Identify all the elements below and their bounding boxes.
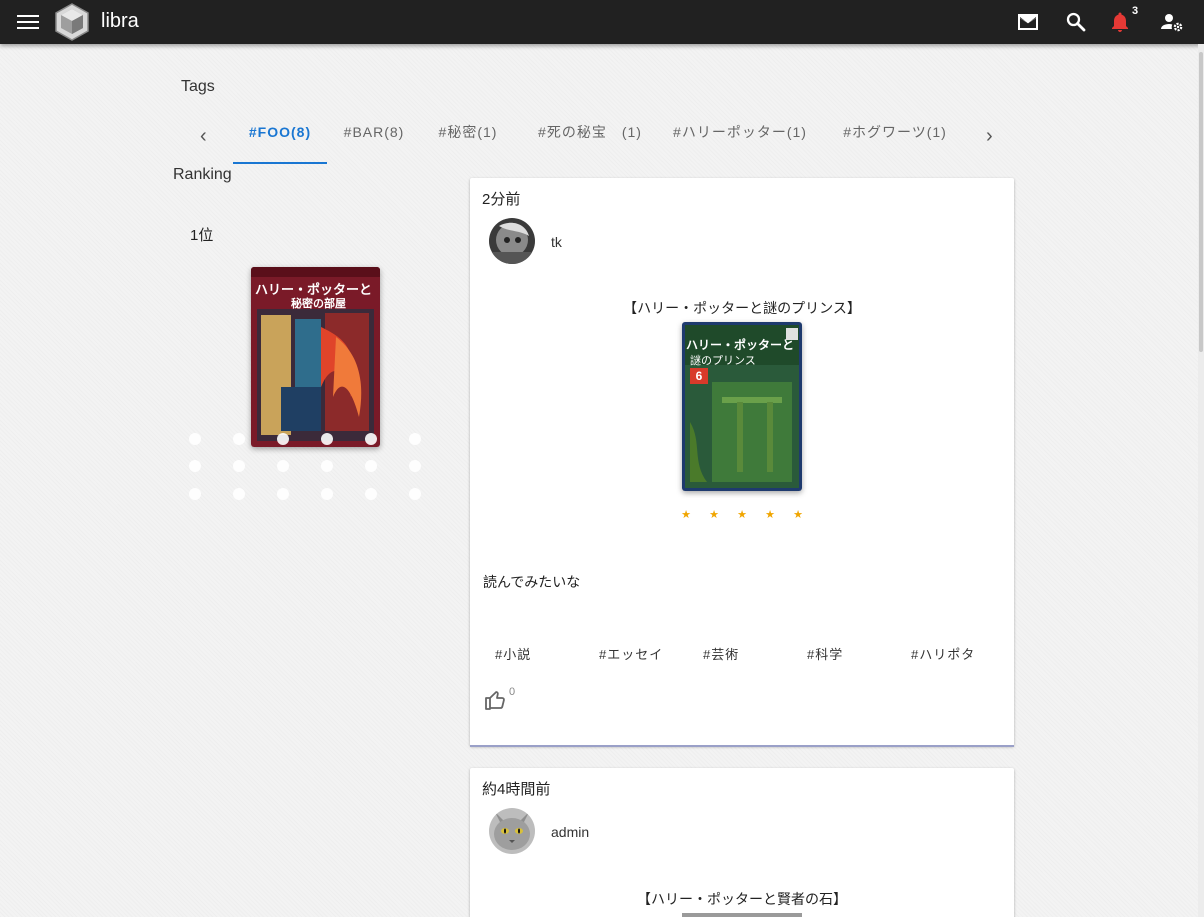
carousel-dot[interactable]: [189, 488, 201, 500]
user-settings-icon[interactable]: [1160, 10, 1184, 34]
post-cover-volume: 6: [690, 368, 708, 384]
post-time: 約4時間前: [482, 781, 551, 798]
ranking-book-cover[interactable]: ハリー・ポッターと 秘密の部屋: [251, 267, 380, 447]
carousel-dot[interactable]: [233, 460, 245, 472]
post-card: 2分前 tk 【ハリー・ポッターと謎のプリンス】 ハリー・ポッターと 謎のプリン…: [470, 178, 1014, 746]
search-icon[interactable]: [1064, 10, 1088, 34]
post-tag[interactable]: #エッセイ: [599, 644, 663, 663]
rating-stars: ★ ★ ★ ★ ★: [470, 508, 1014, 521]
tag-tabs: ‹ #FOO(8) #BAR(8) #秘密(1) #死の秘宝 (1) #ハリーポ…: [190, 108, 1010, 164]
carousel-dot[interactable]: [365, 460, 377, 472]
bell-icon[interactable]: [1108, 10, 1132, 34]
like-count: 0: [509, 686, 516, 698]
post-book-title[interactable]: 【ハリー・ポッターと賢者の石】: [470, 889, 1014, 909]
star-icon: ★: [709, 509, 719, 521]
page-scrollbar[interactable]: [1198, 44, 1204, 917]
tab-bar[interactable]: #BAR(8): [327, 108, 421, 164]
carousel-dot[interactable]: [189, 433, 201, 445]
post-review: 読んでみたいな: [483, 574, 581, 590]
rank-label: 1位: [190, 227, 214, 244]
tags-heading: Tags: [181, 78, 215, 95]
carousel-dot[interactable]: [409, 460, 421, 472]
post-book-title[interactable]: 【ハリー・ポッターと謎のプリンス】: [470, 298, 1014, 318]
avatar-image: [489, 218, 535, 264]
tabs-next-icon[interactable]: ›: [986, 126, 1002, 146]
mail-icon[interactable]: [1016, 10, 1040, 34]
card-divider: [470, 745, 1014, 747]
carousel-dot[interactable]: [233, 488, 245, 500]
avatar[interactable]: [489, 808, 535, 854]
carousel-dot[interactable]: [321, 488, 333, 500]
post-tag[interactable]: #小説: [495, 644, 531, 663]
star-icon: ★: [765, 509, 775, 521]
carousel-dot[interactable]: [321, 460, 333, 472]
post-book-cover[interactable]: ハリー・ポッターと 謎のプリンス 6: [682, 322, 802, 491]
post-username[interactable]: tk: [551, 234, 562, 250]
star-icon: ★: [793, 509, 803, 521]
tab-harrypotter[interactable]: #ハリーポッター(1): [665, 108, 815, 164]
app-logo[interactable]: [53, 3, 91, 41]
thumb-up-icon[interactable]: [484, 688, 508, 712]
ranking-cover-title-2: 秘密の部屋: [291, 297, 346, 310]
post-card: 約4時間前 admin 【ハリー・ポッターと賢者の石】: [470, 768, 1014, 917]
post-tag[interactable]: #ハリポタ: [911, 644, 975, 663]
tab-himitsu[interactable]: #秘密(1): [421, 108, 515, 164]
carousel-dot[interactable]: [365, 433, 377, 445]
carousel-dot[interactable]: [277, 460, 289, 472]
carousel-dot[interactable]: [277, 433, 289, 445]
carousel-dot[interactable]: [365, 488, 377, 500]
carousel-dot[interactable]: [409, 433, 421, 445]
ranking-heading: Ranking: [173, 166, 232, 183]
carousel-dot[interactable]: [189, 460, 201, 472]
notification-badge: 3: [1132, 5, 1139, 17]
tab-shinohiho[interactable]: #死の秘宝 (1): [515, 108, 665, 164]
scrollbar-thumb[interactable]: [1199, 52, 1203, 352]
post-tag[interactable]: #科学: [807, 644, 843, 663]
carousel-dot[interactable]: [321, 433, 333, 445]
carousel-dot[interactable]: [233, 433, 245, 445]
avatar-image: [489, 808, 535, 854]
tab-hogwarts[interactable]: #ホグワーツ(1): [830, 108, 960, 164]
post-cover-title-1: ハリー・ポッターと: [686, 338, 795, 352]
menu-icon[interactable]: [17, 12, 39, 32]
app-title[interactable]: libra: [101, 10, 139, 33]
post-cover-title-2: 謎のプリンス: [690, 354, 756, 367]
post-time: 2分前: [482, 191, 521, 208]
post-book-cover[interactable]: [682, 913, 802, 917]
carousel-dot[interactable]: [277, 488, 289, 500]
star-icon: ★: [681, 509, 691, 521]
tab-foo[interactable]: #FOO(8): [233, 108, 327, 164]
carousel-dot[interactable]: [409, 488, 421, 500]
avatar[interactable]: [489, 218, 535, 264]
carousel-dots: [186, 430, 426, 502]
post-tag[interactable]: #芸術: [703, 644, 739, 663]
post-username[interactable]: admin: [551, 824, 589, 840]
star-icon: ★: [737, 509, 747, 521]
top-app-bar: libra 3: [0, 0, 1204, 44]
tabs-prev-icon[interactable]: ‹: [200, 126, 216, 146]
